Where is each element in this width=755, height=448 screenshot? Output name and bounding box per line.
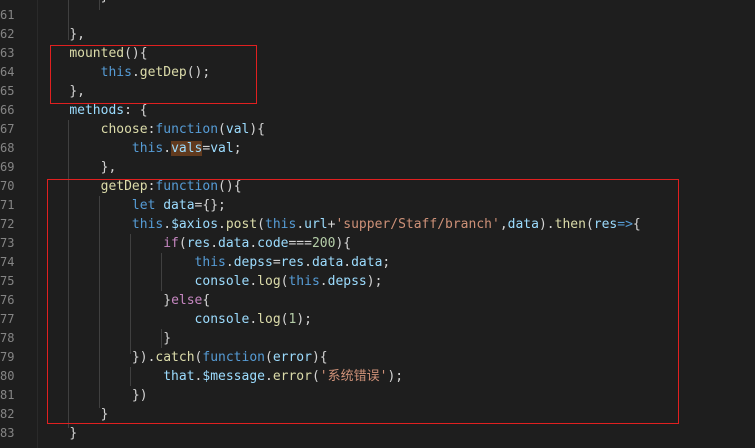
token: : { [124, 103, 148, 118]
code-line-67[interactable]: choose:function(val){ [38, 120, 755, 139]
line-number: 70 [0, 179, 15, 193]
token: ( [218, 122, 226, 137]
annotation-box-getdep [47, 179, 679, 424]
line-number: 76 [0, 293, 15, 307]
line-number: 68 [0, 141, 15, 155]
token: val [225, 122, 250, 137]
line-number: 82 [0, 407, 15, 421]
line-number: 64 [0, 65, 15, 79]
annotation-box-mounted [50, 45, 257, 104]
line-number: 66 [0, 103, 15, 117]
line-number: 75 [0, 274, 15, 288]
token: methods [69, 103, 125, 118]
line-number: 65 [0, 84, 15, 98]
code-line-83[interactable]: } [38, 424, 755, 443]
code-editor[interactable]: 60 61 62 63 64 65 66 67 68 69 70 71 72 7… [0, 0, 755, 448]
line-number: 63 [0, 46, 15, 60]
token: . [163, 141, 172, 156]
line-number-gutter: 60 61 62 63 64 65 66 67 68 69 70 71 72 7… [0, 0, 38, 448]
line-number: 62 [0, 27, 15, 41]
code-line-60[interactable]: } [38, 0, 755, 6]
token: } [69, 426, 78, 441]
code-line-69[interactable]: }, [38, 158, 755, 177]
token: this [131, 141, 164, 156]
line-number: 67 [0, 122, 15, 136]
line-number: 69 [0, 160, 15, 174]
line-number: 83 [0, 426, 15, 440]
token: } [101, 0, 109, 4]
line-number: 80 [0, 369, 15, 383]
token: choose [100, 122, 148, 137]
line-number: 72 [0, 217, 15, 231]
code-line-68[interactable]: this.vals=val; [38, 139, 755, 158]
token: ){ [249, 122, 266, 137]
line-number: 78 [0, 331, 15, 345]
line-number: 71 [0, 198, 15, 212]
token: val [210, 141, 234, 156]
token: }, [69, 27, 85, 42]
line-number: 81 [0, 388, 15, 402]
token: function [155, 122, 219, 137]
line-number: 77 [0, 312, 15, 326]
token: ; [233, 141, 242, 156]
line-number: 61 [0, 8, 15, 22]
highlighted-token: vals [171, 141, 203, 156]
token: }, [100, 160, 117, 175]
line-number: 74 [0, 255, 15, 269]
code-line-62[interactable]: }, [38, 25, 755, 44]
line-number: 79 [0, 350, 15, 364]
line-number: 73 [0, 236, 15, 250]
